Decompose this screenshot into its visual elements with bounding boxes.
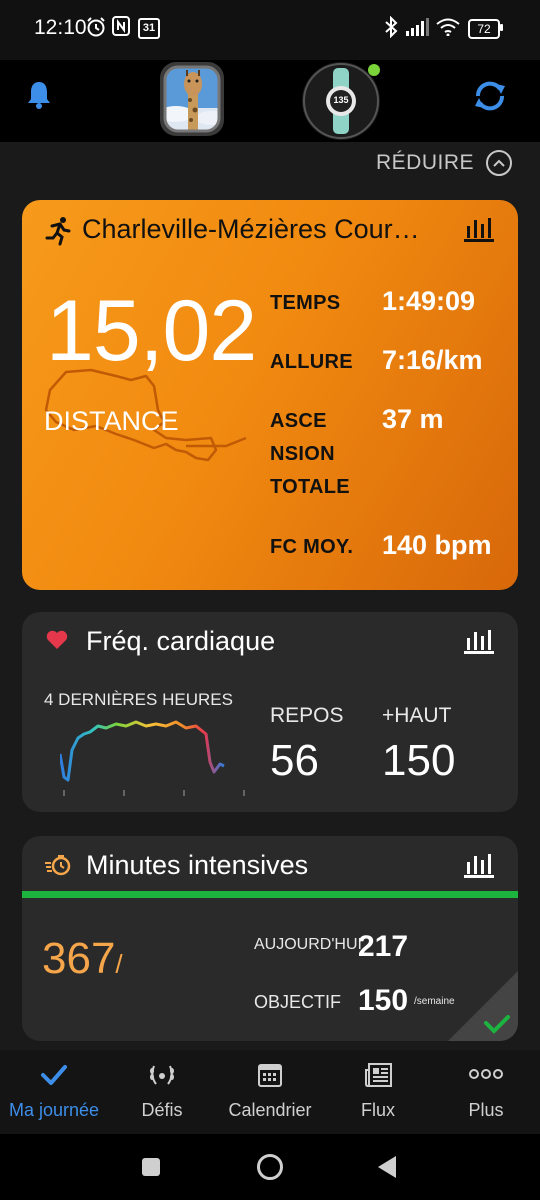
bluetooth-icon bbox=[385, 16, 398, 38]
nav-defis[interactable]: Défis bbox=[108, 1050, 216, 1134]
nav-label: Flux bbox=[360, 1100, 395, 1120]
bottom-navigation: Ma journée Défis Calendrier Flux Plus bbox=[0, 1050, 540, 1134]
stat-value-ascent: 37 m bbox=[382, 404, 444, 434]
stat-label-avg-hr: FC MOY. bbox=[270, 536, 354, 558]
battery-icon: 72 bbox=[468, 19, 500, 39]
intensity-slash: / bbox=[115, 949, 123, 979]
stat-label-pace: ALLURE bbox=[270, 351, 353, 373]
app-header: 135 bbox=[0, 60, 540, 142]
progress-bar bbox=[22, 891, 518, 898]
bell-icon[interactable] bbox=[26, 80, 52, 110]
goal-achieved-corner bbox=[448, 971, 518, 1041]
hr-chart-label: 4 DERNIÈRES HEURES bbox=[44, 690, 233, 709]
intensity-total-value: 367 bbox=[42, 934, 116, 983]
wifi-icon bbox=[436, 18, 460, 36]
heart-rate-card[interactable]: Fréq. cardiaque 4 DERNIÈRES HEURES REPOS… bbox=[22, 612, 518, 812]
nav-label: Défis bbox=[141, 1100, 183, 1120]
resting-hr-label: REPOS bbox=[270, 704, 344, 727]
nav-flux[interactable]: Flux bbox=[324, 1050, 432, 1134]
heart-icon bbox=[46, 630, 68, 649]
calendar-icon: 31 bbox=[138, 18, 160, 39]
chart-icon[interactable] bbox=[464, 852, 494, 878]
activity-title: Charleville-Mézières Cour… bbox=[82, 214, 420, 244]
nav-label: Plus bbox=[468, 1100, 504, 1120]
today-label: AUJOURD'HUI bbox=[254, 936, 362, 953]
stat-value-pace: 7:16/km bbox=[382, 345, 483, 375]
system-navigation bbox=[0, 1134, 540, 1200]
stopwatch-icon bbox=[45, 855, 71, 876]
watch-screen-text: 135 bbox=[333, 95, 349, 105]
home-icon[interactable] bbox=[257, 1154, 283, 1180]
distance-value: 15,02 bbox=[46, 283, 257, 379]
status-time: 12:10 bbox=[34, 16, 87, 39]
nav-ma-journee[interactable]: Ma journée bbox=[0, 1050, 108, 1134]
activity-card[interactable]: Charleville-Mézières Cour… 15,02 DISTANC… bbox=[22, 200, 518, 590]
chart-icon[interactable] bbox=[464, 628, 494, 654]
check-icon bbox=[41, 1065, 67, 1085]
high-hr-value: 150 bbox=[382, 736, 456, 785]
nfc-icon bbox=[112, 16, 130, 36]
alarm-icon bbox=[87, 17, 105, 37]
back-icon[interactable] bbox=[376, 1154, 398, 1180]
signal-icon bbox=[406, 18, 429, 36]
stat-value-avg-hr: 140 bpm bbox=[382, 530, 492, 560]
goal-value: 150 bbox=[358, 984, 409, 1017]
intensity-title: Minutes intensives bbox=[86, 850, 309, 880]
chart-icon[interactable] bbox=[464, 216, 494, 242]
giraffe-avatar-icon bbox=[163, 65, 221, 133]
chevron-up-icon bbox=[486, 150, 512, 176]
nav-plus[interactable]: Plus bbox=[432, 1050, 540, 1134]
more-dots-icon bbox=[469, 1069, 503, 1079]
hr-sparkline bbox=[60, 720, 245, 796]
status-bar: 12:10 31 72 bbox=[0, 0, 540, 60]
stat-label-ascent-1: ASCE bbox=[270, 410, 327, 432]
battery-tip bbox=[500, 24, 503, 31]
nav-label: Ma journée bbox=[8, 1100, 100, 1120]
laurel-icon bbox=[150, 1065, 174, 1085]
goal-label: OBJECTIF bbox=[254, 992, 342, 1012]
sync-icon[interactable] bbox=[470, 76, 510, 116]
distance-label: DISTANCE bbox=[44, 406, 179, 436]
resting-hr-value: 56 bbox=[270, 736, 319, 785]
running-icon bbox=[45, 217, 71, 246]
intensity-total: 367/ bbox=[42, 934, 123, 984]
heart-rate-title: Fréq. cardiaque bbox=[86, 626, 276, 656]
reduce-label: RÉDUIRE bbox=[375, 151, 474, 174]
high-hr-label: +HAUT bbox=[382, 704, 452, 727]
nav-calendrier[interactable]: Calendrier bbox=[216, 1050, 324, 1134]
newspaper-icon bbox=[365, 1063, 392, 1087]
recents-icon[interactable] bbox=[142, 1158, 160, 1176]
stat-label-ascent-3: TOTALE bbox=[270, 476, 350, 498]
calendar-grid-icon bbox=[258, 1064, 282, 1087]
stat-value-time: 1:49:09 bbox=[382, 286, 476, 316]
device-button[interactable]: 135 bbox=[302, 62, 380, 140]
reduce-button[interactable]: RÉDUIRE bbox=[376, 150, 512, 176]
intensity-minutes-card[interactable]: Minutes intensives 367/ AUJOURD'HUI 217 … bbox=[22, 836, 518, 1041]
stat-label-ascent-2: NSION bbox=[270, 443, 335, 465]
avatar[interactable] bbox=[160, 62, 224, 136]
stat-label-time: TEMPS bbox=[270, 292, 341, 314]
nav-label: Calendrier bbox=[228, 1100, 312, 1120]
today-value: 217 bbox=[358, 930, 409, 963]
